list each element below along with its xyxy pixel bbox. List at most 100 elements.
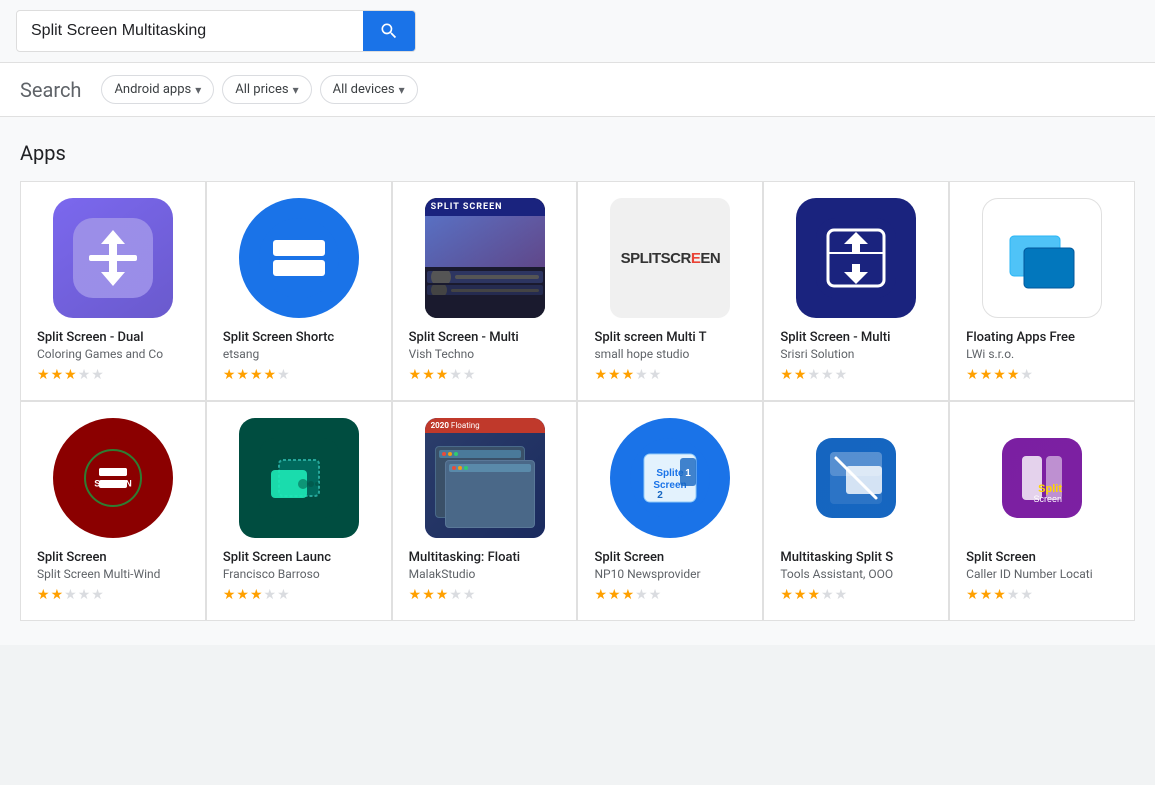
app-icon-split-srisri [796,198,916,318]
app-developer: Vish Techno [409,347,561,361]
empty-star: ★ [649,367,662,383]
star-rating: ★★★★★ [37,587,104,603]
search-input[interactable] [17,12,363,50]
app-developer: Split Screen Multi-Wind [37,567,189,581]
empty-star: ★ [635,367,648,383]
app-name: Multitasking: Floati [409,550,561,565]
filled-star: ★ [51,587,64,603]
empty-star: ★ [264,587,277,603]
app-card[interactable]: SPLITSCREENSplit screen Multi Tsmall hop… [577,181,763,401]
star-rating: ★★★★★ [594,587,661,603]
svg-text:SCREEN: SCREEN [94,478,132,488]
app-name: Multitasking Split S [780,550,932,565]
filled-star: ★ [594,587,607,603]
apps-grid: Split Screen - DualColoring Games and Co… [20,181,1135,621]
filled-star: ★ [608,367,621,383]
empty-star: ★ [821,367,834,383]
filled-star: ★ [794,367,807,383]
app-name: Split Screen Launc [223,550,375,565]
app-developer: Francisco Barroso [223,567,375,581]
empty-star: ★ [1020,587,1033,603]
filled-star: ★ [780,367,793,383]
app-icon-floating-lw [982,198,1102,318]
star-rating: ★★★★★ [966,587,1033,603]
filled-star: ★ [966,587,979,603]
filled-star: ★ [966,367,979,383]
app-card[interactable]: Multitasking Split S Tools Assistant, OOO… [763,401,949,621]
app-card[interactable]: Split Screen LauncFrancisco Barroso★★★★★ [206,401,392,621]
app-developer: Srisri Solution [780,347,932,361]
filled-star: ★ [51,367,64,383]
app-name: Split Screen Shortc [223,330,375,345]
empty-star: ★ [807,367,820,383]
filled-star: ★ [422,367,435,383]
filter-all-prices-label: All prices [235,82,288,97]
app-card[interactable]: Floating Apps FreeLWi s.r.o.★★★★★ [949,181,1135,401]
app-card[interactable]: Split Screen Split ScreenCaller ID Numbe… [949,401,1135,621]
empty-star: ★ [277,367,290,383]
app-developer: MalakStudio [409,567,561,581]
chevron-down-icon: ▾ [293,83,299,97]
search-label: Search [20,78,81,102]
svg-text:Splite: Splite [657,468,685,479]
filled-star: ★ [436,587,449,603]
star-rating: ★★★★★ [409,367,476,383]
filled-star: ★ [594,367,607,383]
app-icon-split-francisco [239,418,359,538]
app-card[interactable]: Split Screen Shortcetsang★★★★★ [206,181,392,401]
filter-android-apps[interactable]: Android apps ▾ [101,75,214,104]
empty-star: ★ [463,367,476,383]
app-name: Split Screen - Multi [409,330,561,345]
empty-star: ★ [449,587,462,603]
app-name: Split Screen - Multi [780,330,932,345]
filter-all-devices[interactable]: All devices ▾ [320,75,418,104]
filled-star: ★ [223,587,236,603]
filled-star: ★ [236,367,249,383]
empty-star: ★ [64,587,77,603]
filled-star: ★ [250,367,263,383]
app-developer: LWi s.r.o. [966,347,1118,361]
filled-star: ★ [264,367,277,383]
empty-star: ★ [649,587,662,603]
filled-star: ★ [807,587,820,603]
search-button[interactable] [363,11,415,51]
filled-star: ★ [236,587,249,603]
app-card[interactable]: Splite Screen 1 2 Split ScreenNP10 Newsp… [577,401,763,621]
filled-star: ★ [794,587,807,603]
app-card[interactable]: Split Screen - MultiSrisri Solution★★★★★ [763,181,949,401]
star-rating: ★★★★★ [37,367,104,383]
app-icon-split-np10: Splite Screen 1 2 [610,418,730,538]
app-name: Floating Apps Free [966,330,1118,345]
filled-star: ★ [608,587,621,603]
filled-star: ★ [422,587,435,603]
app-developer: Coloring Games and Co [37,347,189,361]
filled-star: ★ [622,367,635,383]
filled-star: ★ [622,587,635,603]
search-icon [379,21,399,41]
filter-android-apps-label: Android apps [114,82,191,97]
filled-star: ★ [64,367,77,383]
app-developer: Caller ID Number Locati [966,567,1118,581]
empty-star: ★ [78,587,91,603]
section-title: Apps [20,141,1135,165]
app-name: Split Screen [966,550,1118,565]
filter-all-prices[interactable]: All prices ▾ [222,75,311,104]
empty-star: ★ [91,587,104,603]
svg-text:2: 2 [658,490,664,501]
empty-star: ★ [277,587,290,603]
app-card[interactable]: SPLIT SCREEN Split Screen - MultiVish T [392,181,578,401]
main-content: Apps Split Screen - DualColoring Games a… [0,117,1155,645]
app-icon-split-multi-vish: SPLIT SCREEN [425,198,545,318]
app-name: Split screen Multi T [594,330,746,345]
app-card[interactable]: SPLIT SCREEN Split ScreenSplit Screen Mu… [20,401,206,621]
filters-bar: Search Android apps ▾ All prices ▾ All d… [0,63,1155,117]
app-card[interactable]: 2020 Floating [392,401,578,621]
app-icon-multitask-tools [796,418,916,538]
app-icon-split-dark: SPLIT SCREEN [53,418,173,538]
top-bar [0,0,1155,63]
app-developer: Tools Assistant, OOO [780,567,932,581]
empty-star: ★ [463,587,476,603]
app-name: Split Screen [594,550,746,565]
filter-all-devices-label: All devices [333,82,395,97]
app-card[interactable]: Split Screen - DualColoring Games and Co… [20,181,206,401]
